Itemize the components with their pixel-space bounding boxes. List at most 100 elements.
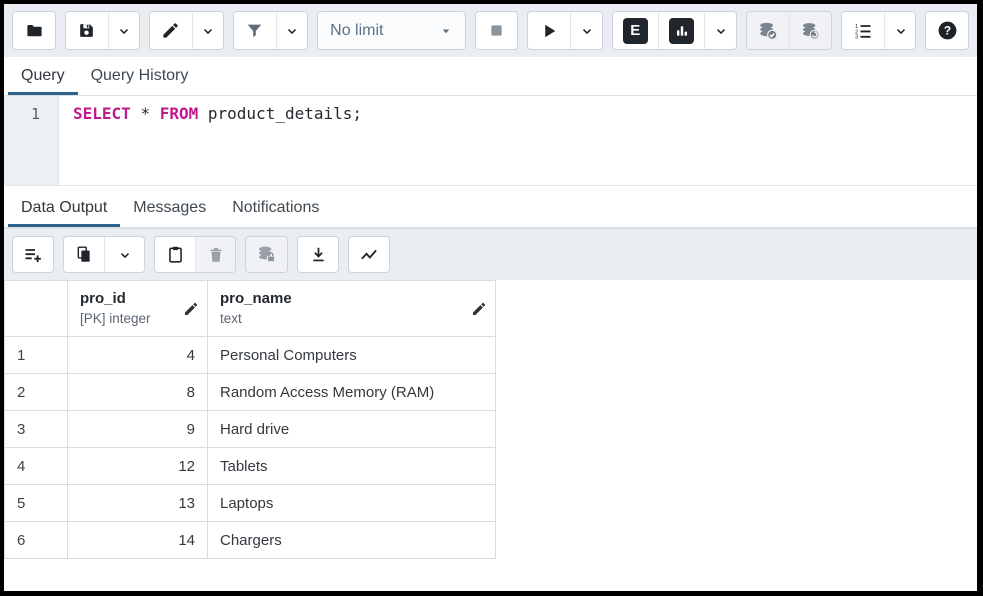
help-button[interactable]: ? (926, 12, 968, 49)
macros-menu-button[interactable] (884, 12, 916, 49)
table-row: 1 4 Personal Computers (5, 337, 496, 374)
copy-menu-chevron-icon (118, 248, 132, 262)
paste-icon (166, 245, 185, 264)
execute-menu-chevron-icon (580, 24, 594, 38)
stop-button[interactable] (476, 12, 518, 49)
save-menu-chevron-icon (117, 24, 131, 38)
filter-button[interactable] (234, 12, 276, 49)
svg-text:?: ? (944, 24, 951, 38)
stop-icon (487, 21, 506, 40)
graph-visualiser-button[interactable] (349, 237, 389, 272)
line-number: 1 (4, 105, 40, 123)
pro-name-cell[interactable]: Chargers (208, 522, 496, 559)
row-number-cell[interactable]: 4 (5, 448, 68, 485)
rollback-button[interactable] (789, 12, 831, 49)
commit-button[interactable] (747, 12, 789, 49)
save-data-button[interactable] (246, 237, 287, 272)
delete-icon (207, 246, 225, 264)
open-file-button[interactable] (13, 12, 55, 49)
copy-button[interactable] (64, 237, 104, 272)
save-button[interactable] (66, 12, 108, 49)
download-button[interactable] (298, 237, 338, 272)
pro-name-cell[interactable]: Laptops (208, 485, 496, 522)
save-data-icon (256, 244, 277, 265)
pro-id-cell[interactable]: 14 (68, 522, 208, 559)
explain-analyze-button[interactable] (658, 12, 704, 49)
filter-menu-chevron-icon (285, 24, 299, 38)
open-file-group (12, 11, 56, 50)
paste-group (154, 236, 236, 273)
paste-button[interactable] (155, 237, 195, 272)
svg-text:3: 3 (855, 34, 858, 40)
sql-star: * (140, 104, 150, 123)
edit-column-icon[interactable] (471, 301, 487, 317)
execute-menu-button[interactable] (570, 12, 602, 49)
row-number-cell[interactable]: 3 (5, 411, 68, 448)
row-number-cell[interactable]: 1 (5, 337, 68, 374)
rollback-icon (800, 20, 821, 42)
copy-menu-button[interactable] (104, 237, 144, 272)
pro-name-cell[interactable]: Personal Computers (208, 337, 496, 374)
row-limit-value: No limit (330, 22, 383, 40)
execute-icon (539, 21, 559, 41)
column-header-pro-name[interactable]: pro_name text (208, 281, 496, 337)
tab-query-history[interactable]: Query History (78, 59, 202, 95)
execute-button[interactable] (528, 12, 570, 49)
edit-button[interactable] (150, 12, 192, 49)
filter-group (233, 11, 308, 50)
header-row: pro_id [PK] integer pro_name text (5, 281, 496, 337)
edit-column-icon[interactable] (183, 301, 199, 317)
download-icon (309, 245, 328, 264)
explain-group: E (612, 11, 738, 50)
pro-id-cell[interactable]: 9 (68, 411, 208, 448)
results-table: pro_id [PK] integer pro_name text (4, 280, 496, 559)
add-row-icon (23, 245, 43, 265)
filter-icon (245, 21, 264, 40)
tab-messages[interactable]: Messages (120, 191, 219, 227)
row-number-cell[interactable]: 5 (5, 485, 68, 522)
help-group: ? (925, 11, 969, 50)
execute-group (527, 11, 602, 50)
pro-name-cell[interactable]: Tablets (208, 448, 496, 485)
row-limit-select[interactable]: No limit (317, 11, 466, 50)
column-header-pro-id[interactable]: pro_id [PK] integer (68, 281, 208, 337)
edit-menu-button[interactable] (192, 12, 224, 49)
column-type: text (220, 310, 292, 328)
pro-id-cell[interactable]: 12 (68, 448, 208, 485)
transaction-group (746, 11, 832, 50)
pro-name-cell[interactable]: Random Access Memory (RAM) (208, 374, 496, 411)
pro-id-cell[interactable]: 8 (68, 374, 208, 411)
pro-name-cell[interactable]: Hard drive (208, 411, 496, 448)
column-name: pro_id (80, 289, 151, 309)
explain-menu-button[interactable] (704, 12, 736, 49)
column-type: [PK] integer (80, 310, 151, 328)
save-icon (77, 21, 96, 40)
tab-query[interactable]: Query (8, 59, 78, 95)
pro-id-cell[interactable]: 4 (68, 337, 208, 374)
table-row: 2 8 Random Access Memory (RAM) (5, 374, 496, 411)
save-menu-button[interactable] (108, 12, 140, 49)
graph-group (348, 236, 390, 273)
sql-code-line[interactable]: SELECT * FROM product_details; (59, 96, 977, 185)
row-number-header[interactable] (5, 281, 68, 337)
delete-row-button[interactable] (195, 237, 235, 272)
add-row-group (12, 236, 54, 273)
tab-notifications[interactable]: Notifications (219, 191, 332, 227)
row-number-cell[interactable]: 2 (5, 374, 68, 411)
macros-button[interactable]: 1 2 3 (842, 12, 884, 49)
sql-editor[interactable]: 1 SELECT * FROM product_details; (4, 96, 977, 186)
macros-icon: 1 2 3 (853, 21, 873, 41)
copy-icon (75, 245, 94, 264)
results-toolbar (4, 228, 977, 280)
filter-menu-button[interactable] (276, 12, 308, 49)
row-number-cell[interactable]: 6 (5, 522, 68, 559)
table-row: 4 12 Tablets (5, 448, 496, 485)
tab-data-output[interactable]: Data Output (8, 191, 120, 227)
sql-identifier: product_details; (208, 104, 362, 123)
pro-id-cell[interactable]: 13 (68, 485, 208, 522)
explain-button[interactable]: E (613, 12, 658, 49)
add-row-button[interactable] (13, 237, 53, 272)
macros-menu-chevron-icon (894, 24, 908, 38)
save-data-group (245, 236, 288, 273)
explain-icon: E (623, 18, 648, 44)
